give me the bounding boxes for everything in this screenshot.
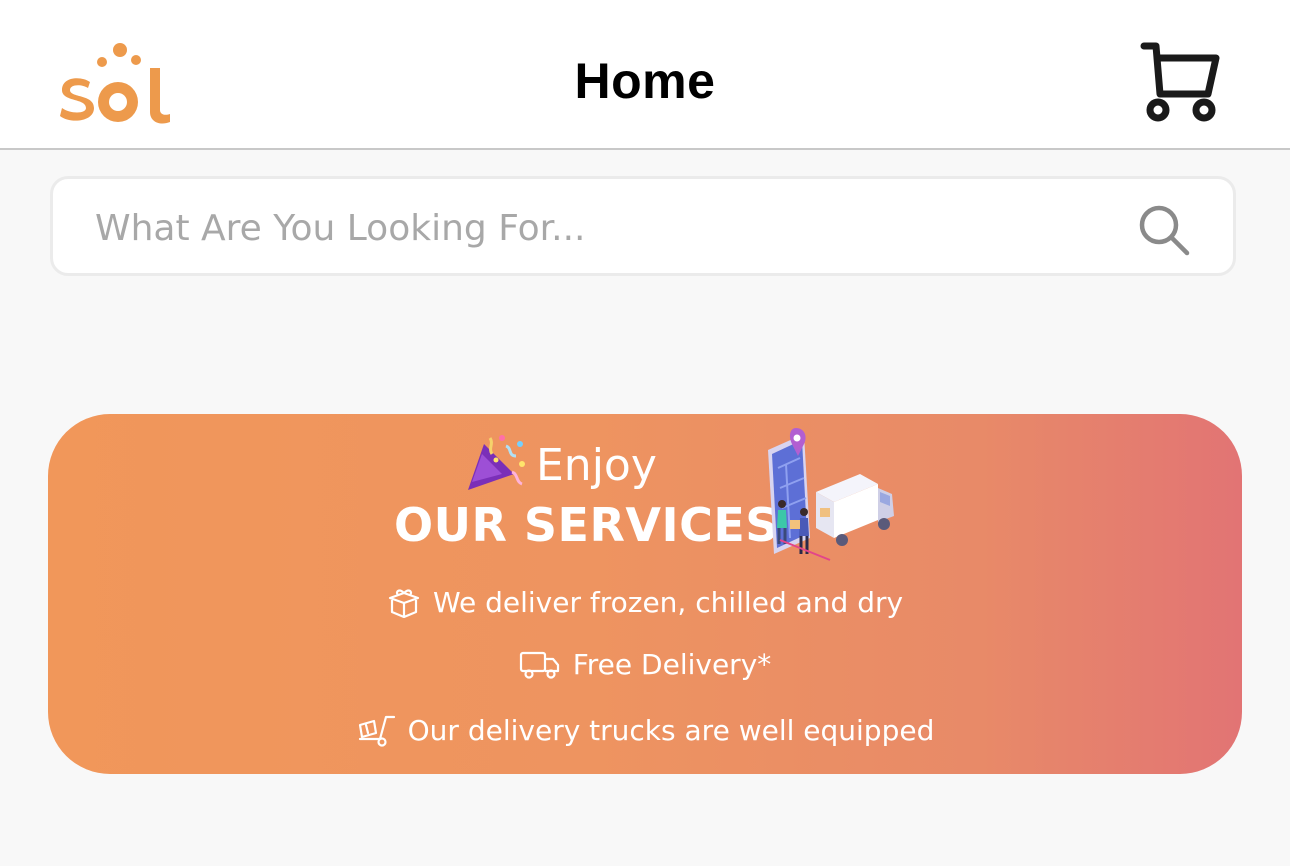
gift-icon [388, 589, 420, 618]
banner-enjoy-text: Enjoy [536, 440, 657, 491]
banner-headline: OUR SERVICES [394, 498, 779, 552]
top-app-bar: Home [0, 0, 1290, 150]
feature-text: Free Delivery* [572, 648, 772, 681]
search-bar [50, 176, 1236, 276]
delivery-illustration [768, 428, 894, 561]
feature-text: Our delivery trucks are well equipped [407, 714, 935, 747]
feature-text: We deliver frozen, chilled and dry [432, 586, 904, 619]
services-banner[interactable]: Enjoy OUR SERVICES We deliver frozen, ch… [48, 414, 1242, 774]
feature-frozen-chilled-dry: We deliver frozen, chilled and dry [48, 586, 1242, 619]
hand-truck-icon [358, 715, 395, 747]
party-popper-icon [468, 435, 525, 490]
search-icon[interactable] [1137, 203, 1193, 259]
feature-equipped-trucks: Our delivery trucks are well equipped [48, 714, 1242, 747]
search-input[interactable] [93, 199, 1097, 257]
page-title: Home [574, 53, 716, 109]
feature-free-delivery: Free Delivery* [48, 648, 1242, 681]
cart-icon[interactable] [1140, 40, 1224, 126]
truck-icon [519, 651, 559, 679]
